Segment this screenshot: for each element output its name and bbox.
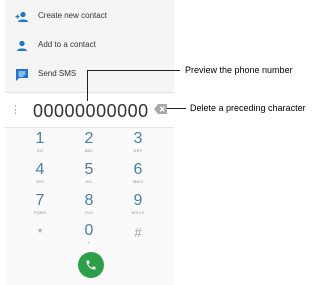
preview-callout-vertical-line	[87, 70, 88, 101]
delete-callout-line	[167, 108, 186, 109]
phone-number-preview: 00000000000	[33, 101, 149, 121]
dialer-screen: Create new contact Add to a contact Send…	[5, 0, 174, 285]
preview-callout-label: Preview the phone number	[185, 65, 293, 75]
key-3[interactable]: 3 DEF	[119, 130, 157, 158]
key-digit: 3	[133, 130, 143, 147]
key-digit: 4	[35, 161, 45, 178]
key-0[interactable]: 0 +	[70, 222, 108, 250]
key-6[interactable]: 6 MNO	[119, 161, 157, 189]
key-digit: 6	[133, 161, 143, 178]
add-to-contact-item[interactable]: Add to a contact	[5, 32, 174, 60]
add-to-contact-label: Add to a contact	[38, 40, 96, 49]
key-5[interactable]: 5 JKL	[70, 161, 108, 189]
key-letters: TUV	[84, 210, 94, 215]
key-hash[interactable]: #	[119, 222, 157, 250]
send-sms-label: Send SMS	[38, 69, 77, 78]
create-new-contact-item[interactable]: Create new contact	[5, 3, 174, 31]
key-2[interactable]: 2 ABC	[70, 130, 108, 158]
key-letters: GHI	[35, 179, 44, 184]
delete-callout-label: Delete a preceding character	[190, 103, 306, 113]
person-icon	[17, 40, 27, 51]
key-letters: GO	[36, 148, 44, 153]
key-9[interactable]: 9 WXYZ	[119, 192, 157, 220]
backspace-icon[interactable]	[154, 104, 167, 114]
key-digit: 0	[84, 222, 94, 239]
key-digit: 5	[84, 161, 94, 178]
key-1[interactable]: 1 GO	[21, 130, 59, 158]
number-display: ⋮ 00000000000	[5, 93, 174, 128]
key-symbol: #	[134, 225, 142, 240]
key-symbol: *	[37, 225, 43, 240]
create-new-contact-label: Create new contact	[38, 11, 107, 20]
key-letters: DEF	[133, 148, 143, 153]
key-letters: JKL	[85, 179, 93, 184]
key-digit: 8	[84, 192, 94, 209]
key-digit: 2	[84, 130, 94, 147]
key-digit: 9	[133, 192, 143, 209]
key-letters: PQRS	[33, 210, 47, 215]
message-icon	[16, 69, 28, 81]
key-4[interactable]: 4 GHI	[21, 161, 59, 189]
key-letters: ABC	[84, 148, 94, 153]
key-digit: 7	[35, 192, 45, 209]
call-button[interactable]	[78, 252, 104, 278]
key-letters: MNO	[132, 179, 144, 184]
key-letters: +	[87, 240, 91, 245]
key-digit: 1	[35, 130, 45, 147]
preview-callout-horizontal-line	[87, 70, 180, 71]
contact-options-menu: Create new contact Add to a contact Send…	[5, 0, 174, 93]
phone-icon	[86, 260, 96, 270]
add-person-icon	[15, 11, 28, 22]
key-letters: WXYZ	[131, 210, 145, 215]
key-8[interactable]: 8 TUV	[70, 192, 108, 220]
more-options-icon[interactable]: ⋮	[10, 102, 21, 118]
key-7[interactable]: 7 PQRS	[21, 192, 59, 220]
key-star[interactable]: *	[21, 222, 59, 250]
send-sms-item[interactable]: Send SMS	[5, 61, 174, 89]
